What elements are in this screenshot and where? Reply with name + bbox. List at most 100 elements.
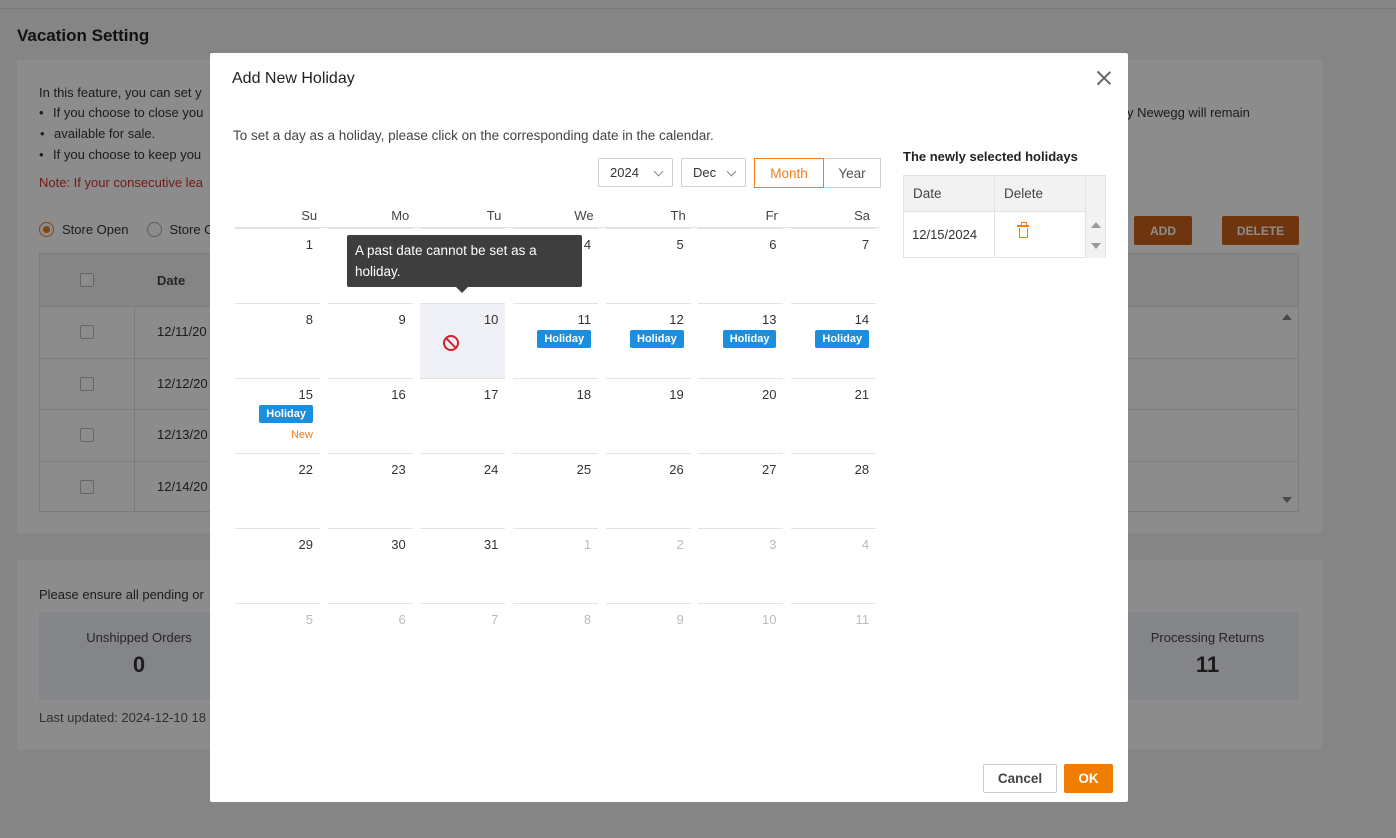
scroll-down-arrow-icon[interactable] bbox=[1091, 243, 1101, 249]
day-number: 25 bbox=[576, 462, 592, 477]
calendar-week: 22 23 24 25 26 27 28 bbox=[235, 453, 880, 528]
calendar-day[interactable]: 11 Holiday bbox=[513, 303, 599, 378]
day-number: 15 bbox=[298, 387, 313, 402]
calendar-day[interactable]: 4 bbox=[791, 528, 877, 603]
calendar-day[interactable]: 6 bbox=[698, 228, 784, 303]
day-number: 6 bbox=[398, 612, 406, 627]
calendar-week: 15 Holiday New 16 17 18 19 20 21 bbox=[235, 378, 880, 453]
add-holiday-dialog: Add New Holiday To set a day as a holida… bbox=[210, 53, 1128, 802]
calendar-day[interactable]: 8 bbox=[235, 303, 320, 378]
table-row: 12/15/2024 bbox=[904, 212, 1105, 257]
day-number: 22 bbox=[298, 462, 313, 477]
day-number: 4 bbox=[861, 537, 870, 552]
calendar-day[interactable]: 1 bbox=[235, 228, 320, 303]
day-number: 10 bbox=[761, 612, 777, 627]
holiday-badge: Holiday bbox=[630, 330, 684, 348]
calendar-day[interactable]: 14 Holiday bbox=[791, 303, 877, 378]
view-toggle: Month Year bbox=[754, 158, 881, 188]
cancel-button[interactable]: Cancel bbox=[983, 764, 1057, 793]
calendar-day[interactable]: 10 bbox=[420, 303, 506, 378]
month-select-value: Dec bbox=[693, 165, 717, 180]
calendar-day[interactable]: 18 bbox=[513, 378, 599, 453]
day-number: 1 bbox=[305, 237, 313, 252]
calendar-day[interactable]: 2 bbox=[605, 528, 691, 603]
calendar-day[interactable]: 1 bbox=[513, 528, 599, 603]
trash-icon[interactable] bbox=[1017, 222, 1029, 238]
calendar-day[interactable]: 15 Holiday New bbox=[235, 378, 320, 453]
year-select[interactable]: 2024 bbox=[598, 158, 673, 187]
calendar-day[interactable]: 24 bbox=[420, 453, 506, 528]
weekday-label: Fr bbox=[765, 208, 778, 223]
calendar-day[interactable]: 25 bbox=[513, 453, 599, 528]
scroll-up-arrow-icon[interactable] bbox=[1091, 222, 1101, 228]
calendar-day[interactable]: 20 bbox=[698, 378, 784, 453]
calendar-day[interactable]: 9 bbox=[327, 303, 413, 378]
weekday-header: Su Mo Tu We Th Fr Sa bbox=[235, 203, 880, 228]
calendar-day[interactable]: 29 bbox=[235, 528, 320, 603]
day-number: 29 bbox=[298, 537, 313, 552]
calendar-day[interactable]: 17 bbox=[420, 378, 506, 453]
calendar-day[interactable]: 3 bbox=[698, 528, 784, 603]
calendar-day[interactable]: 21 bbox=[791, 378, 877, 453]
chevron-down-icon bbox=[726, 166, 737, 177]
calendar-day[interactable]: 9 bbox=[605, 603, 691, 678]
table-scrollbar[interactable] bbox=[1085, 176, 1105, 258]
past-date-tooltip: A past date cannot be set as a holiday. bbox=[347, 235, 582, 293]
day-number: 4 bbox=[583, 237, 592, 252]
day-number: 14 bbox=[854, 312, 870, 327]
calendar-day[interactable]: 28 bbox=[791, 453, 877, 528]
date-column-header: Date bbox=[904, 176, 995, 211]
calendar-day[interactable]: 6 bbox=[327, 603, 413, 678]
calendar-day[interactable]: 26 bbox=[605, 453, 691, 528]
calendar-day[interactable]: 11 bbox=[791, 603, 877, 678]
day-number: 3 bbox=[769, 537, 777, 552]
day-number: 2 bbox=[676, 537, 684, 552]
month-view-button[interactable]: Month bbox=[754, 158, 824, 188]
selected-holidays-title: The newly selected holidays bbox=[903, 149, 1078, 164]
day-number: 9 bbox=[676, 612, 684, 627]
weekday-label: Th bbox=[670, 208, 686, 223]
calendar-day[interactable]: 7 bbox=[420, 603, 506, 678]
selected-holidays-table: Date Delete 12/15/2024 bbox=[903, 175, 1106, 258]
calendar-day[interactable]: 30 bbox=[327, 528, 413, 603]
calendar-day[interactable]: 7 bbox=[791, 228, 877, 303]
holiday-badge: Holiday bbox=[537, 330, 592, 348]
calendar-day[interactable]: 8 bbox=[513, 603, 599, 678]
month-select[interactable]: Dec bbox=[681, 158, 746, 187]
calendar-day[interactable]: 10 bbox=[698, 603, 784, 678]
chevron-down-icon bbox=[653, 166, 664, 177]
calendar-day[interactable]: 12 Holiday bbox=[605, 303, 691, 378]
delete-column-header: Delete bbox=[1004, 186, 1044, 201]
day-number: 1 bbox=[583, 537, 592, 552]
ok-button[interactable]: OK bbox=[1064, 764, 1113, 793]
day-number: 28 bbox=[854, 462, 870, 477]
calendar-day[interactable]: 23 bbox=[327, 453, 413, 528]
day-number: 24 bbox=[483, 462, 499, 477]
calendar-day[interactable]: 31 bbox=[420, 528, 506, 603]
day-number: 23 bbox=[391, 462, 406, 477]
day-number: 8 bbox=[305, 312, 313, 327]
new-tag: New bbox=[290, 429, 313, 441]
calendar-day[interactable]: 16 bbox=[327, 378, 413, 453]
day-number: 9 bbox=[398, 312, 406, 327]
day-number: 5 bbox=[305, 612, 313, 627]
close-icon[interactable] bbox=[1096, 70, 1112, 86]
year-view-button[interactable]: Year bbox=[824, 158, 881, 188]
day-number: 7 bbox=[861, 237, 870, 252]
day-number: 12 bbox=[669, 312, 684, 327]
day-number: 31 bbox=[483, 537, 499, 552]
calendar-day[interactable]: 27 bbox=[698, 453, 784, 528]
calendar-day[interactable]: 5 bbox=[605, 228, 691, 303]
holiday-badge: Holiday bbox=[815, 330, 870, 348]
calendar-day[interactable]: 22 bbox=[235, 453, 320, 528]
day-number: 27 bbox=[761, 462, 777, 477]
day-number: 26 bbox=[669, 462, 684, 477]
day-number: 7 bbox=[491, 612, 499, 627]
calendar-day[interactable]: 13 Holiday bbox=[698, 303, 784, 378]
day-number: 20 bbox=[761, 387, 777, 402]
calendar-week: 29 30 31 1 2 3 4 bbox=[235, 528, 880, 603]
day-number: 17 bbox=[483, 387, 499, 402]
holiday-badge: Holiday bbox=[722, 330, 777, 348]
calendar-day[interactable]: 19 bbox=[605, 378, 691, 453]
calendar-day[interactable]: 5 bbox=[235, 603, 320, 678]
